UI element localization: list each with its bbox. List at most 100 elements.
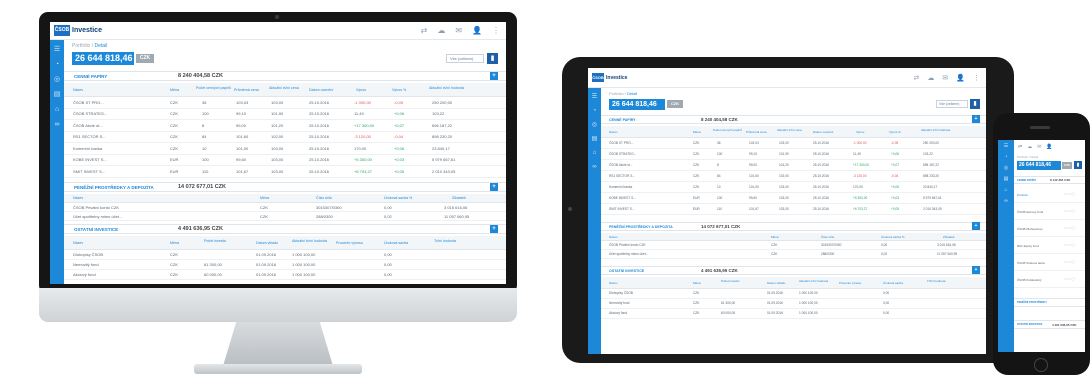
col-deposit-date[interactable]: Datum vkladu	[767, 281, 785, 285]
chart-icon[interactable]: ▤	[50, 91, 64, 98]
table-row[interactable]: Akciový fond CZK 60 000,00 01.09.2016 1 000 …	[601, 309, 986, 319]
col-deposit-date[interactable]: Datum vkladu	[256, 241, 278, 245]
col-count[interactable]: Počet investic	[204, 239, 226, 243]
col-currency[interactable]: Měna	[260, 196, 269, 200]
table-row[interactable]: Účet spořitelny mimo účet... CZK 288/0300 0…	[64, 212, 506, 221]
col-date[interactable]: Datum ocenění	[813, 130, 833, 134]
more-icon[interactable]: ⋮	[492, 26, 500, 35]
col-market-value[interactable]: Aktuální tržní hodnota	[799, 279, 828, 283]
breadcrumb-detail[interactable]: Detail	[627, 91, 637, 96]
col-yield[interactable]: Výnos	[856, 130, 864, 134]
col-name[interactable]: Název	[609, 235, 618, 239]
logo[interactable]: ČSOB Investice	[54, 25, 102, 36]
col-yield-pct[interactable]: Procento výnosu	[336, 241, 363, 245]
col-yield-pct[interactable]: Výnos %	[889, 130, 901, 134]
section-cash[interactable]: PENĚŽNÍ PROSTŘEDKY A DEPOZITA 14 072 677…	[64, 182, 506, 192]
col-avg-price[interactable]: Průměrná cena	[746, 130, 767, 134]
chart-view-button[interactable]: ▮	[1074, 161, 1082, 169]
list-item[interactable]: ČSOB Dluhopisový ▭ ▭ ◯	[1014, 222, 1085, 237]
table-row[interactable]: Akciový fond CZK 60 000,00 01.09.2016 1 000 …	[64, 270, 506, 280]
col-account[interactable]: Číslo účtu	[821, 235, 834, 239]
table-row[interactable]: Komerční banka CZK 10 101,00 103,00 25.10.201…	[64, 143, 506, 155]
row-actions-icon[interactable]: ▭ ▭ ◯	[1064, 243, 1075, 247]
col-currency[interactable]: Měna	[693, 281, 701, 285]
col-rate[interactable]: Úroková sazba %	[881, 235, 905, 239]
breadcrumb-portfolio[interactable]: Portfolio	[609, 91, 624, 96]
user-icon[interactable]: 👤	[956, 74, 965, 82]
section-other[interactable]: OSTATNÍ INVESTICE 4 491 636,95 CZK	[1014, 320, 1085, 329]
breadcrumb-portfolio[interactable]: Portfolio	[72, 43, 90, 49]
col-currency[interactable]: Měna	[170, 241, 179, 245]
col-currency[interactable]: Měna	[170, 88, 179, 92]
messages-icon[interactable]: ✉	[455, 26, 462, 35]
col-currency[interactable]: Měna	[771, 235, 779, 239]
table-row[interactable]: Účet spořitelny mimo účet... CZK 288/0300 0…	[601, 250, 986, 259]
portfolio-icon[interactable]: ◔	[588, 108, 601, 114]
table-row[interactable]: KOBE INVEST S... EUR 100 99,60 103,00 25.10.2…	[64, 155, 506, 166]
coins-icon[interactable]: ◎	[50, 76, 64, 83]
list-item[interactable]: RS1 Equity fund ▭ ▭ ◯	[1014, 239, 1085, 254]
row-actions-icon[interactable]: ▭ ▭ ◯	[1064, 260, 1075, 264]
logo[interactable]: ČSOB Investice	[592, 73, 627, 82]
link-icon[interactable]: ∞	[588, 164, 601, 170]
portfolio-icon[interactable]: ◔	[998, 155, 1014, 160]
table-row[interactable]: Dluhopisy ČSOB CZK 01.09.2016 1 000 100,00 0…	[64, 250, 506, 260]
table-row[interactable]: ČSOB ST PRO... CZK 36 103,03 103,00 25.10.201…	[64, 97, 506, 109]
col-balance[interactable]: Zůstatek	[452, 196, 466, 200]
col-yield-pct[interactable]: Výnos %	[392, 88, 406, 92]
expand-button[interactable]: +	[972, 266, 980, 274]
link-icon[interactable]: ∞	[998, 199, 1014, 204]
messages-icon[interactable]: ✉	[1037, 144, 1041, 150]
section-cash[interactable]: PENĚŽNÍ PROSTŘEDKY	[1014, 298, 1085, 307]
row-actions-icon[interactable]: ▭ ▭ ◯	[1064, 277, 1075, 281]
table-row[interactable]: ČSOB STRATEG... CZK 100 99,10 101,90 25.10.20…	[64, 109, 506, 120]
col-value[interactable]: Tržní hodnota	[434, 239, 456, 243]
table-row[interactable]: ČSOB Akcie st... CZK 8 99,00 101,20 25.10.201…	[64, 120, 506, 132]
section-cash[interactable]: PENĚŽNÍ PROSTŘEDKY A DEPOZITA 14 072 677…	[601, 222, 986, 231]
table-row[interactable]: Nemovitý fond CZK 61 300,00 01.09.2016 1 000…	[64, 260, 506, 270]
col-name[interactable]: Název	[73, 196, 83, 200]
chart-icon[interactable]: ▤	[998, 177, 1014, 182]
row-actions-icon[interactable]: ▭ ▭ ◯	[1064, 209, 1075, 213]
col-market-price[interactable]: Aktuální tržní cena	[777, 128, 802, 132]
chart-view-button[interactable]: ▮	[970, 99, 980, 109]
chart-icon[interactable]: ▤	[588, 136, 601, 142]
col-avg-price[interactable]: Průměrná cena	[234, 88, 259, 92]
table-row[interactable]: ČSOB ST PRO... CZK 36 103,03 103,00 25.10.201…	[601, 138, 986, 149]
list-item[interactable]: ČSOB Akciový fond ▭ ▭ ◯	[1014, 205, 1085, 220]
col-market-value[interactable]: Aktuální tržní hodnota	[429, 86, 464, 90]
col-account[interactable]: Číslo účtu	[316, 196, 332, 200]
col-rate[interactable]: Úroková sazba	[384, 241, 408, 245]
transfer-icon[interactable]: ⇄	[421, 26, 428, 35]
more-icon[interactable]: ⋮	[973, 74, 980, 82]
table-row[interactable]: Komerční banka CZK 10 101,00 103,00 25.10.201…	[601, 182, 986, 193]
transfer-icon[interactable]: ⇄	[914, 74, 920, 82]
table-row[interactable]: SMIT INVEST S... EUR 110 101,67 103,00 25.10.…	[601, 204, 986, 215]
col-market-value[interactable]: Aktuální tržní hodnota	[292, 239, 327, 243]
building-icon[interactable]: ⌂	[588, 150, 601, 156]
col-count[interactable]: Počet investic	[721, 279, 740, 283]
cloud-icon[interactable]: ☁	[437, 26, 445, 35]
coins-icon[interactable]: ◎	[588, 122, 601, 128]
col-currency[interactable]: Měna	[693, 130, 701, 134]
col-name[interactable]: Název	[609, 130, 618, 134]
list-item[interactable]: ČSOB Světové akcie ▭ ▭ ◯	[1014, 256, 1085, 271]
col-date[interactable]: Datum ocenění	[309, 88, 333, 92]
cloud-icon[interactable]: ☁	[1027, 144, 1032, 150]
col-rate[interactable]: Úroková sazba	[883, 281, 903, 285]
table-row[interactable]: ČSOB Akcie st... CZK 8 99,00 101,20 25.10.201…	[601, 160, 986, 171]
col-name[interactable]: Název	[73, 88, 83, 92]
table-row[interactable]: KOBE INVEST S... EUR 100 99,60 103,00 25.10.2…	[601, 193, 986, 204]
expand-button[interactable]: +	[490, 72, 498, 80]
section-securities[interactable]: CENNÉ PAPÍRY 8 240 404,58 CZK	[601, 115, 986, 124]
col-name[interactable]: Název	[73, 241, 83, 245]
col-value[interactable]: Tržní hodnota	[927, 279, 945, 283]
table-row[interactable]: ČSOB Privátní konto CZK CZK 3015307/0300 0,…	[601, 241, 986, 250]
col-yield-pct[interactable]: Procento výnosu	[839, 281, 861, 285]
menu-icon[interactable]: ☰	[998, 144, 1014, 149]
list-item[interactable]: ČSOB Krátkodobý ▭ ▭ ◯	[1014, 273, 1085, 288]
col-quantity[interactable]: Počet cenných papírů	[713, 128, 742, 132]
link-icon[interactable]: ∞	[50, 121, 64, 128]
expand-button[interactable]: +	[490, 225, 498, 233]
table-row[interactable]: ČSOB STRATEG... CZK 100 99,10 101,90 25.10.20…	[601, 149, 986, 160]
